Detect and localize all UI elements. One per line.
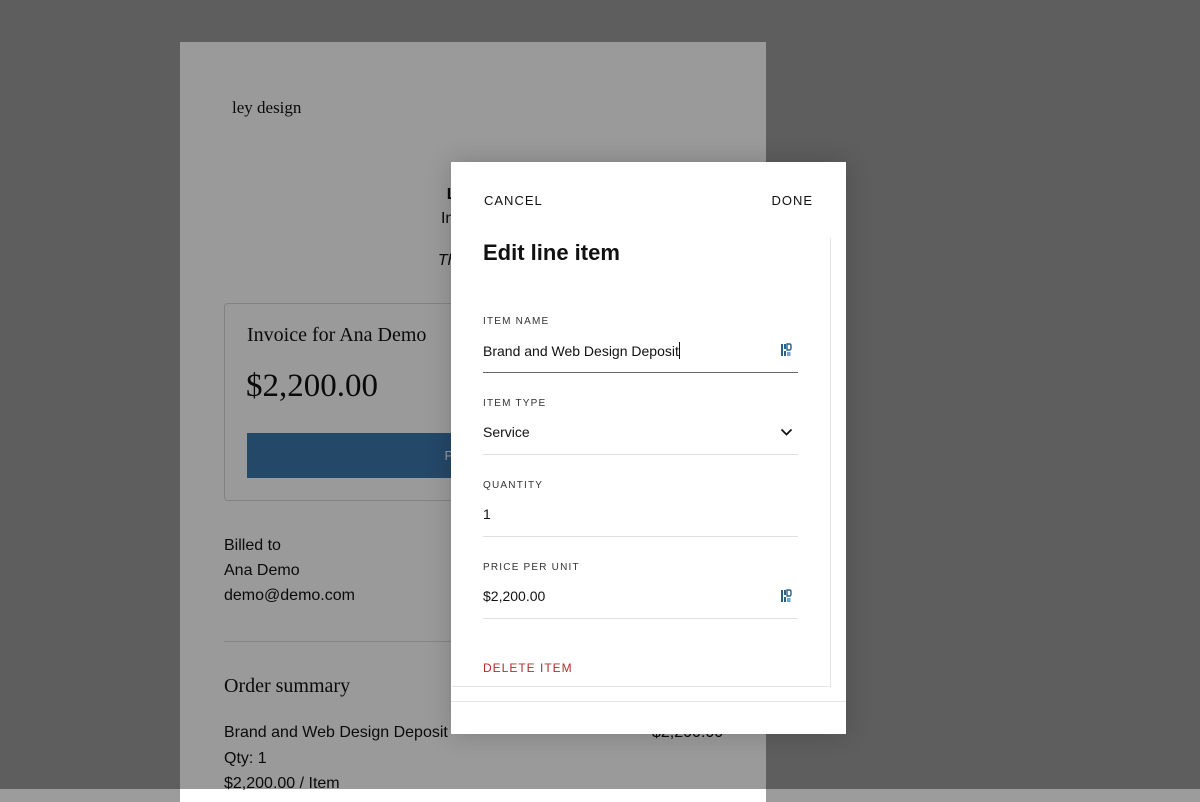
quantity-underline (483, 536, 798, 537)
password-manager-icon[interactable] (780, 589, 792, 603)
modal-title: Edit line item (483, 240, 620, 265)
item-name-value: Brand and Web Design Deposit (483, 343, 679, 359)
text-caret (678, 342, 680, 359)
price-per-unit-underline (483, 618, 798, 619)
edit-line-item-modal: CANCEL DONE Edit line item ITEM NAME Bra… (451, 162, 846, 734)
item-type-select[interactable]: Service (483, 424, 530, 440)
item-name-input[interactable]: Brand and Web Design Deposit (483, 342, 680, 359)
password-manager-icon[interactable] (780, 343, 792, 357)
modal-form-panel (452, 238, 831, 687)
price-per-unit-input[interactable]: $2,200.00 (483, 588, 545, 604)
delete-item-button[interactable]: DELETE ITEM (483, 661, 573, 675)
cancel-button[interactable]: CANCEL (484, 193, 543, 208)
quantity-label: QUANTITY (483, 480, 544, 491)
quantity-input[interactable]: 1 (483, 506, 491, 522)
done-button[interactable]: DONE (771, 193, 813, 208)
modal-footer-divider (451, 701, 846, 702)
chevron-down-icon[interactable] (780, 428, 793, 436)
item-name-underline (483, 372, 798, 373)
price-per-unit-label: PRICE PER UNIT (483, 562, 580, 573)
item-type-underline (483, 454, 798, 455)
item-name-label: ITEM NAME (483, 316, 550, 327)
item-type-label: ITEM TYPE (483, 398, 547, 409)
